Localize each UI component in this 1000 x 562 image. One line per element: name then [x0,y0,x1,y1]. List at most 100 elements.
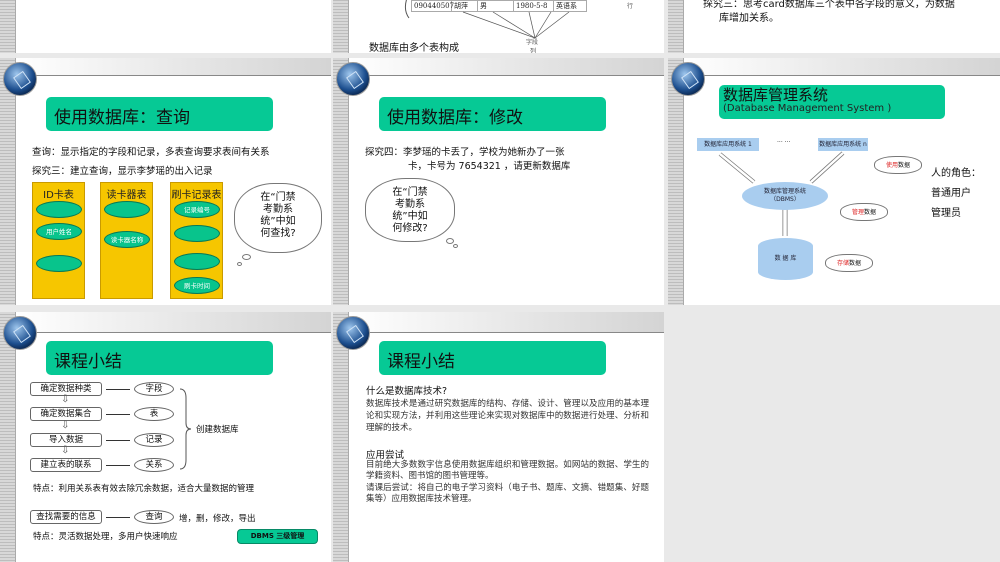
field-ellipse: 刷卡时间 [174,277,220,294]
role-text: 普通用户 [931,188,971,199]
operations-text: 增，删，修改，导出 [179,514,256,524]
result-oval: 表 [134,407,174,421]
cloud-red-text: 存储 [836,260,849,267]
cloud-text: 在“门禁 [392,187,428,198]
slide-thumbnail-2[interactable]: 090440507 胡萍 男 1980-5-8 英语系 字段 列 行 数据库由多… [333,0,664,53]
dbms-label: （DBMS） [770,196,800,203]
cloud-dot [453,244,458,248]
field-ellipse [174,253,220,270]
feature-text: 特点：灵活数据处理，多用户快速响应 [33,532,178,542]
slide-title: 课程小结 [379,341,606,375]
slide-side-strip [0,0,16,53]
step-box: 确定数据集合 [30,407,102,421]
field-ellipse [36,255,82,272]
cloud-red-text: 使用 [885,162,898,169]
cloud-text: 数据 [849,260,862,267]
section-heading: 应用尝试 [366,450,405,461]
query-oval: 查询 [134,510,174,524]
reader-table: 读卡器表 读卡器名称 [100,182,153,299]
swipe-record-table: 刷卡记录表 记录编号 刷卡时间 [170,182,223,299]
feature-text: 特点：利用关系表有效去除冗余数据，适合大量数据的管理 [33,484,255,494]
cloud-dot [237,262,242,266]
slide-thumbnail-1[interactable] [0,0,331,53]
slide-header-bar [349,312,664,333]
id-card-table: ID卡表 用户姓名 [32,182,85,299]
right-arrow-icon [106,389,130,390]
dbms-callout: DBMS 三级管理 [237,529,318,544]
row-label: 行 [627,3,634,10]
cloud-text: 统”中如 [392,211,428,222]
store-data-cloud: 存储数据 [825,254,873,272]
cloud-text: 统”中如 [260,216,296,227]
logo-icon [3,316,37,350]
column-label: 列 [530,48,537,53]
slide-thumbnail-7[interactable]: 课程小结 确定数据种类 确定数据集合 导入数据 建立表的联系 ⇩ ⇩ ⇩ 字段 … [0,312,331,562]
table-name: 刷卡记录表 [171,190,222,201]
slide-header-bar [16,312,331,333]
cloud-text: 考勤系 [395,199,425,210]
slide-side-strip [333,312,349,562]
step-box: 建立表的联系 [30,458,102,472]
slide-thumbnail-4[interactable]: 使用数据库：查询 查询：显示指定的字段和记录，多表查询要求表间有关系 探究三：建… [0,58,331,305]
dbms-ellipse: 数据库管理系统 （DBMS） [742,182,828,210]
field-ellipse [36,201,82,218]
slide-thumbnail-5[interactable]: 使用数据库：修改 探究四：李梦瑶的卡丢了，学校为她新办了一张 卡，卡号为 765… [333,58,664,305]
use-data-cloud: 使用数据 [874,156,922,174]
paragraph: 请课后尝试：将自己的电子学习资料（电子书、题库、文摘、错题集、好题集等）应用数据… [366,483,649,504]
cloud-text: 何查找? [260,228,296,239]
slide-thumbnail-3[interactable]: 探究三：思考card数据库三个表中各字段的意义，为数据 库增加关系。 [668,0,1000,53]
cloud-red-text: 管理 [851,209,864,216]
slide-text: 探究三：建立查询，显示李梦瑶的出入记录 [32,166,213,177]
slide-title: 使用数据库：查询 [46,97,273,131]
slide-header-bar [16,58,331,76]
down-arrow-icon: ⇩ [61,394,70,405]
slide-thumbnail-8[interactable]: 课程小结 什么是数据库技术? 数据库技术是通过研究数据库的结构、存储、设计、管理… [333,312,664,562]
result-oval: 关系 [134,458,174,472]
role-text: 管理员 [931,208,961,219]
find-info-box: 查找需要的信息 [30,510,102,524]
down-arrow-icon: ⇩ [61,420,70,431]
logo-icon [3,62,37,96]
slide-text: 库增加关系。 [719,13,779,24]
result-oval: 记录 [134,433,174,447]
brace-label: 创建数据库 [196,425,239,435]
field-ellipse [104,201,150,218]
slide-side-strip [668,0,684,53]
paragraph: 目前绝大多数数字信息使用数据库组织和管理数据。如网站的数据、学生的学籍资料、图书… [366,460,649,481]
slide-side-strip [0,312,16,562]
thought-cloud: 在“门禁 考勤系 统”中如 何修改? [365,178,455,242]
slide-header-bar [349,58,664,76]
field-ellipse: 读卡器名称 [104,231,150,248]
result-oval: 字段 [134,382,174,396]
right-arrow-icon [106,414,130,415]
logo-icon [336,62,370,96]
field-label: 字段 [526,39,539,46]
dbms-label: 数据库管理系统 [763,188,806,195]
down-arrow-icon: ⇩ [61,445,70,456]
right-arrow-icon [106,517,130,518]
slide-title: 使用数据库：修改 [379,97,606,131]
slide-text: 查询：显示指定的字段和记录，多表查询要求表间有关系 [32,147,270,158]
cloud-text: 数据 [864,209,877,216]
logo-icon [336,316,370,350]
role-text: 人的角色： [931,168,981,179]
field-ellipse: 记录编号 [174,201,220,218]
manage-data-cloud: 管理数据 [840,203,888,221]
cloud-text: 在“门禁 [260,192,296,203]
brace-icon [179,388,192,470]
cloud-text: 考勤系 [263,204,293,215]
field-ellipse [174,225,220,242]
database-cylinder: 数 据 库 [758,238,813,280]
cloud-text: 何修改? [392,223,428,234]
cloud-text: 数据 [898,162,911,169]
table-name: 读卡器表 [106,190,147,201]
slide-text: 卡，卡号为 7654321 ，请更新数据库 [408,161,571,172]
right-arrow-icon [106,440,130,441]
slide-caption: 数据库由多个表构成 [369,43,459,53]
cloud-dot [242,254,251,260]
slide-text: 探究四：李梦瑶的卡丢了，学校为她新办了一张 [365,147,565,158]
cloud-dot [446,238,454,244]
right-arrow-icon [106,465,130,466]
slide-title: 课程小结 [46,341,273,375]
slide-thumbnail-6[interactable]: 数据库管理系统 (Database Management System ) 数据… [668,58,1000,305]
